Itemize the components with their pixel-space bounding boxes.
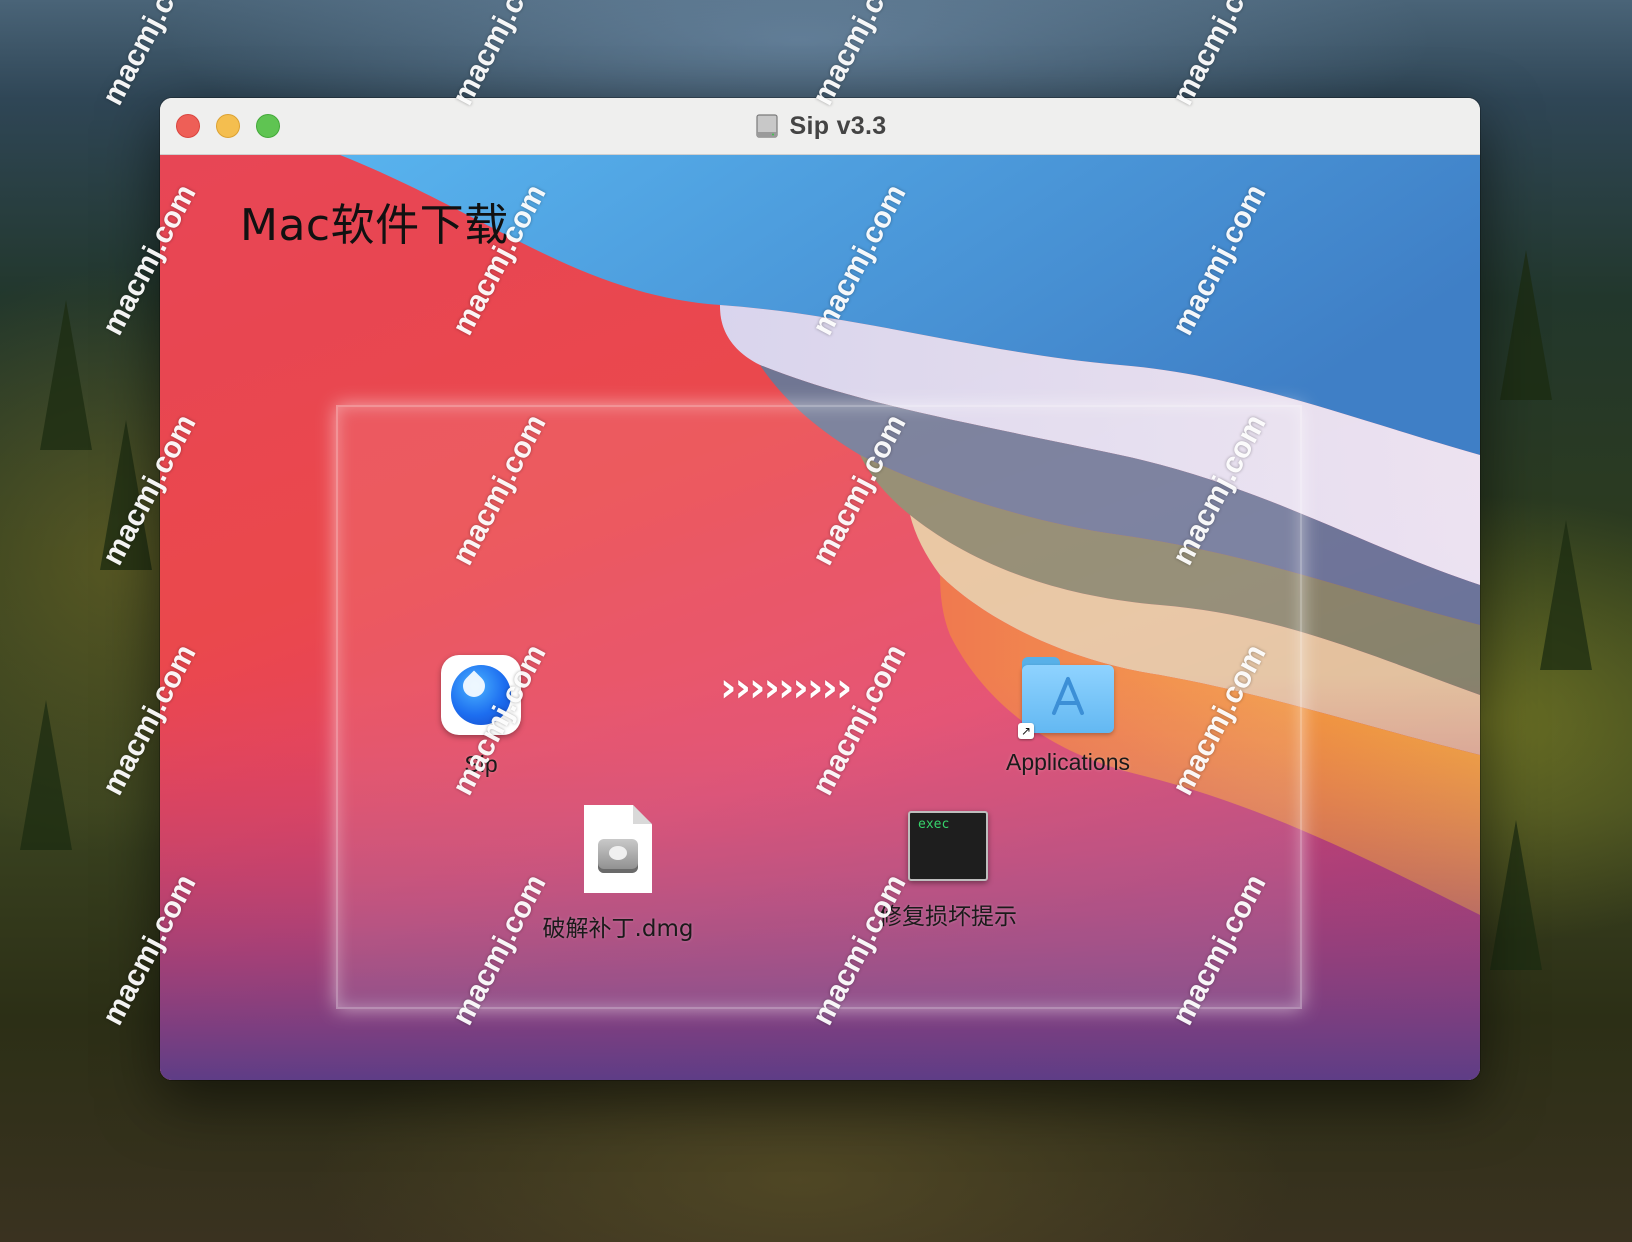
sip-app-label: Sip [464, 751, 498, 777]
window-titlebar[interactable]: Sip v3.3 [160, 98, 1480, 155]
exec-script-icon[interactable]: exec [908, 811, 988, 881]
install-arrows: ››››››››› [720, 665, 852, 711]
sip-app-item[interactable]: Sip [436, 655, 526, 778]
exec-icon-text: exec [918, 817, 950, 832]
applications-folder-item[interactable]: ↗ Applications [998, 657, 1138, 776]
window-content: Mac软件下载 Sip ››››››››› ↗ Applications 破解补… [160, 155, 1480, 1080]
doc-disk [598, 839, 638, 873]
dmg-file-icon[interactable] [584, 805, 652, 893]
window-title: Sip v3.3 [789, 111, 887, 140]
disk-image-icon [754, 113, 780, 139]
window-title-group: Sip v3.3 [160, 98, 1480, 154]
dmg-installer-window[interactable]: Sip v3.3 Mac软件下载 Sip ››››››››› ↗ Applica… [160, 98, 1480, 1080]
patch-dmg-label: 破解补丁.dmg [542, 916, 694, 942]
wallpaper-tree [100, 420, 152, 570]
sip-icon-ring [451, 665, 511, 725]
sip-app-icon[interactable] [441, 655, 521, 735]
headline: Mac软件下载 [240, 200, 509, 251]
applications-folder-icon[interactable]: ↗ [1018, 657, 1114, 739]
wallpaper-tree [1540, 520, 1592, 670]
alias-arrow-icon: ↗ [1018, 723, 1034, 739]
repair-exec-label: 修复损坏提示 [879, 904, 1017, 930]
wallpaper-tree [1490, 820, 1542, 970]
wallpaper-tree [40, 300, 92, 450]
patch-dmg-item[interactable]: 破解补丁.dmg [538, 805, 698, 943]
folder-body [1022, 665, 1114, 733]
applications-label: Applications [1005, 749, 1131, 775]
repair-exec-item[interactable]: exec 修复损坏提示 [863, 811, 1033, 931]
wallpaper-tree [1500, 250, 1552, 400]
wallpaper-tree [20, 700, 72, 850]
doc-fold [633, 805, 652, 824]
